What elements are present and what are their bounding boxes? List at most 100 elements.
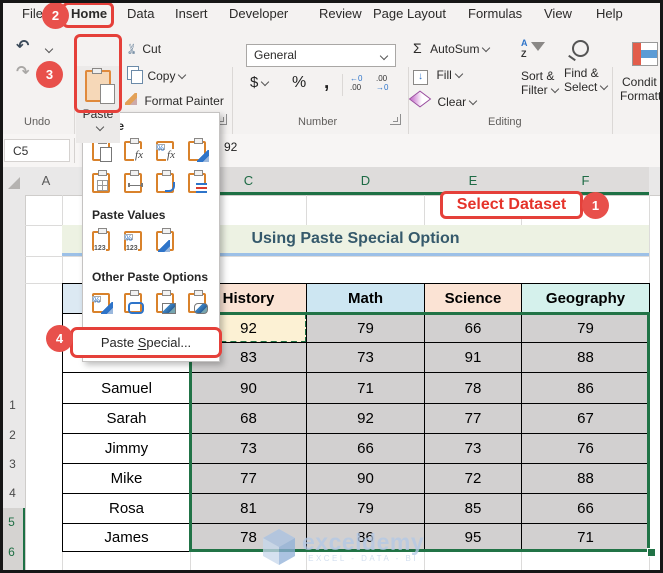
table-cell[interactable]: 73 xyxy=(306,342,425,373)
table-header-geography[interactable]: Geography xyxy=(521,283,650,314)
row-header-4[interactable]: 4 xyxy=(0,478,25,508)
tab-insert[interactable]: Insert xyxy=(175,6,208,21)
table-cell[interactable]: 86 xyxy=(306,523,425,552)
magnifier-icon xyxy=(572,40,589,57)
row-headers: 1 2 3 4 5 6 7 8 9 10 11 12 13 xyxy=(0,195,26,573)
formula-bar-value[interactable]: 92 xyxy=(224,140,237,154)
table-cell[interactable]: Sarah xyxy=(62,403,191,434)
table-cell[interactable]: 88 xyxy=(521,342,650,373)
table-cell[interactable]: Mike xyxy=(62,463,191,494)
table-cell[interactable]: 85 xyxy=(424,493,522,524)
conditional-formatting-button[interactable]: Condit Formatt xyxy=(620,42,661,103)
decrease-decimal-icon[interactable]: →0 xyxy=(376,83,388,92)
formatting-lines-icon[interactable] xyxy=(188,170,210,195)
row-header-2[interactable]: 2 xyxy=(0,420,25,451)
paste-link-icon[interactable] xyxy=(124,290,146,315)
comma-format-button[interactable]: , xyxy=(324,72,329,94)
select-all-corner[interactable] xyxy=(8,177,20,189)
values-number-formatting-icon[interactable] xyxy=(124,229,146,253)
copy-button[interactable]: Copy xyxy=(127,66,187,85)
table-cell[interactable]: 95 xyxy=(424,523,522,552)
table-cell[interactable]: 86 xyxy=(521,372,650,404)
tab-file[interactable]: File xyxy=(22,6,43,21)
table-cell[interactable]: 79 xyxy=(306,313,425,343)
table-cell[interactable]: 71 xyxy=(306,372,425,404)
excel-window: File Home Data Insert Developer Review P… xyxy=(0,0,663,573)
table-cell[interactable]: 81 xyxy=(190,493,307,524)
table-cell[interactable]: 71 xyxy=(521,523,650,552)
undo-chevron-icon[interactable] xyxy=(44,44,54,54)
table-cell[interactable]: 78 xyxy=(190,523,307,552)
table-cell[interactable]: 78 xyxy=(424,372,522,404)
currency-format-button[interactable]: $ xyxy=(250,74,270,91)
row-header-6[interactable]: 6 xyxy=(0,537,25,567)
table-cell[interactable]: 68 xyxy=(190,403,307,434)
picture-icon[interactable] xyxy=(156,290,178,315)
no-borders-icon[interactable] xyxy=(92,170,114,195)
redo-icon[interactable]: ↷ xyxy=(16,62,29,82)
table-cell[interactable]: 90 xyxy=(306,463,425,494)
clear-button[interactable]: Clear xyxy=(408,90,478,111)
tab-formulas[interactable]: Formulas xyxy=(468,6,522,21)
table-cell[interactable]: Jimmy xyxy=(62,433,191,464)
table-cell[interactable]: 77 xyxy=(424,403,522,434)
col-header-F[interactable]: F xyxy=(521,173,650,188)
find-select-button[interactable]: Find & Select xyxy=(564,40,609,94)
paste-special-menu-item[interactable]: Paste Special... xyxy=(101,335,191,350)
name-box[interactable]: C5 xyxy=(4,139,70,162)
tab-help[interactable]: Help xyxy=(596,6,623,21)
keep-source-column-widths-icon[interactable] xyxy=(124,170,146,195)
table-cell[interactable]: 73 xyxy=(424,433,522,464)
row-header-7[interactable]: 7 xyxy=(0,567,25,573)
transpose-icon[interactable] xyxy=(156,170,178,195)
table-cell[interactable]: 79 xyxy=(306,493,425,524)
table-header-math[interactable]: Math xyxy=(306,283,425,314)
col-header-E[interactable]: E xyxy=(424,173,522,188)
table-cell[interactable]: 66 xyxy=(521,493,650,524)
table-cell[interactable]: 77 xyxy=(190,463,307,494)
undo-icon[interactable]: ↶ xyxy=(16,36,29,56)
values-source-formatting-icon[interactable] xyxy=(156,228,178,253)
increase-decimal-icon[interactable]: ←0.00 xyxy=(350,74,362,92)
row-header-3[interactable]: 3 xyxy=(0,451,25,478)
col-header-A[interactable]: A xyxy=(30,173,62,188)
fill-handle[interactable] xyxy=(647,548,656,557)
table-cell[interactable]: 91 xyxy=(424,342,522,373)
table-cell[interactable]: 79 xyxy=(521,313,650,343)
tab-review[interactable]: Review xyxy=(319,6,362,21)
percent-format-button[interactable]: % xyxy=(292,74,306,92)
table-cell[interactable]: 73 xyxy=(190,433,307,464)
tab-data[interactable]: Data xyxy=(127,6,154,21)
formulas-number-formatting-icon[interactable] xyxy=(156,139,178,163)
table-cell[interactable]: Rosa xyxy=(62,493,191,524)
table-cell[interactable]: 72 xyxy=(424,463,522,494)
row-header-5[interactable]: 5 xyxy=(0,508,25,537)
number-dialog-launcher-icon[interactable] xyxy=(390,114,401,125)
formatting-brush-icon[interactable] xyxy=(92,291,114,315)
table-cell[interactable]: 90 xyxy=(190,372,307,404)
cut-button[interactable]: ✄ Cut xyxy=(124,40,161,58)
table-header-science[interactable]: Science xyxy=(424,283,522,314)
values-icon[interactable] xyxy=(92,228,114,253)
format-painter-button[interactable]: Format Painter xyxy=(125,92,224,110)
formulas-icon[interactable] xyxy=(124,138,146,163)
table-cell[interactable]: 66 xyxy=(306,433,425,464)
table-cell[interactable]: 66 xyxy=(424,313,522,343)
table-cell[interactable]: James xyxy=(62,523,191,552)
tab-page-layout[interactable]: Page Layout xyxy=(373,6,446,21)
fill-button[interactable]: ↓ Fill xyxy=(413,66,464,85)
table-cell[interactable]: 88 xyxy=(521,463,650,494)
table-cell[interactable]: 92 xyxy=(306,403,425,434)
col-header-D[interactable]: D xyxy=(306,173,425,188)
number-format-dropdown[interactable]: General xyxy=(246,44,396,67)
tab-view[interactable]: View xyxy=(544,6,572,21)
autosum-button[interactable]: Σ AutoSum xyxy=(413,40,491,58)
table-cell[interactable]: Samuel xyxy=(62,372,191,404)
sort-filter-button[interactable]: Sort & Filter xyxy=(521,38,559,97)
table-cell[interactable]: 76 xyxy=(521,433,650,464)
table-cell[interactable]: 67 xyxy=(521,403,650,434)
tab-developer[interactable]: Developer xyxy=(229,6,288,21)
row-header-1[interactable]: 1 xyxy=(0,390,25,420)
keep-source-formatting-icon[interactable] xyxy=(188,138,210,163)
linked-picture-icon[interactable] xyxy=(188,290,210,315)
